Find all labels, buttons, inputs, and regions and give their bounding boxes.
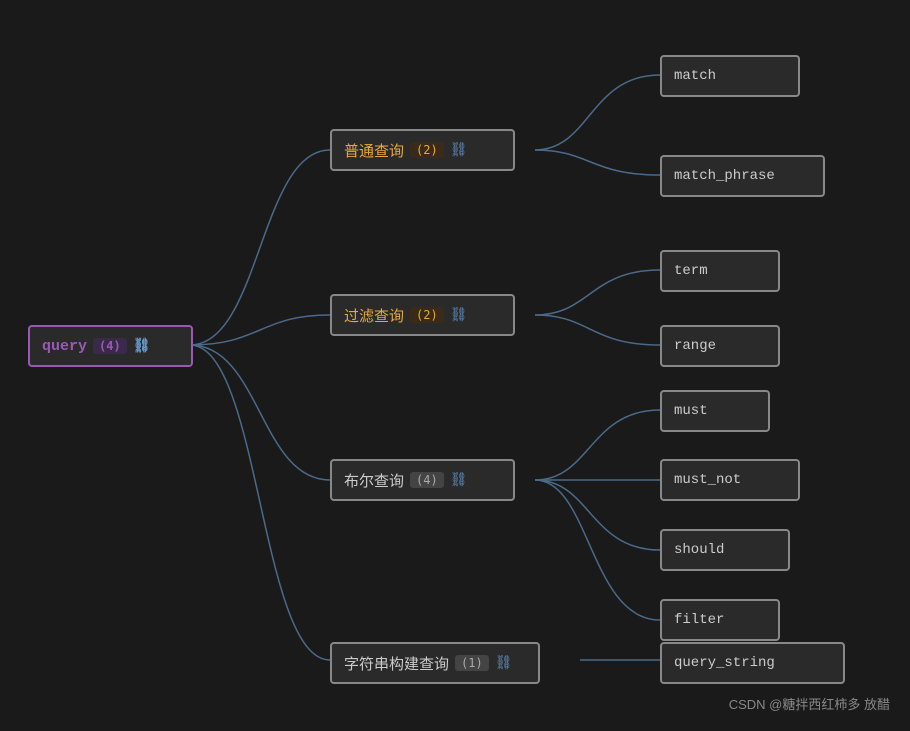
leaf-must-not: must_not [660, 459, 800, 501]
cat3-label: 布尔查询 [344, 470, 404, 491]
leaf-match-phrase-label: match_phrase [674, 168, 775, 184]
cat-string-query: 字符串构建查询 (1) ⛓ [330, 642, 540, 684]
root-badge: (4) [93, 338, 127, 354]
leaf-filter: filter [660, 599, 780, 641]
leaf-must-label: must [674, 403, 708, 419]
canvas: query (4) ⛓ 普通查询 (2) ⛓ 过滤查询 (2) ⛓ 布尔查询 (… [0, 0, 910, 731]
watermark: CSDN @糖拌西红柿多 放醋 [729, 694, 890, 713]
cat1-label: 普通查询 [344, 140, 404, 161]
cat2-link-icon[interactable]: ⛓ [450, 307, 468, 324]
root-label: query [42, 338, 87, 355]
leaf-match-label: match [674, 68, 716, 84]
cat1-badge: (2) [410, 142, 444, 158]
leaf-should: should [660, 529, 790, 571]
cat4-link-icon[interactable]: ⛓ [495, 655, 513, 672]
cat1-link-icon[interactable]: ⛓ [450, 142, 468, 159]
leaf-term: term [660, 250, 780, 292]
cat-filter-query: 过滤查询 (2) ⛓ [330, 294, 515, 336]
cat3-link-icon[interactable]: ⛓ [450, 472, 468, 489]
leaf-match: match [660, 55, 800, 97]
leaf-query-string: query_string [660, 642, 845, 684]
cat4-label: 字符串构建查询 [344, 653, 449, 674]
root-node: query (4) ⛓ [28, 325, 193, 367]
leaf-must: must [660, 390, 770, 432]
leaf-query-string-label: query_string [674, 655, 775, 671]
cat-normal-query: 普通查询 (2) ⛓ [330, 129, 515, 171]
cat2-badge: (2) [410, 307, 444, 323]
cat2-label: 过滤查询 [344, 305, 404, 326]
cat4-badge: (1) [455, 655, 489, 671]
leaf-range: range [660, 325, 780, 367]
leaf-term-label: term [674, 263, 708, 279]
cat-bool-query: 布尔查询 (4) ⛓ [330, 459, 515, 501]
leaf-match-phrase: match_phrase [660, 155, 825, 197]
root-link-icon[interactable]: ⛓ [133, 338, 151, 355]
cat3-badge: (4) [410, 472, 444, 488]
leaf-must-not-label: must_not [674, 472, 741, 488]
leaf-range-label: range [674, 338, 716, 354]
leaf-should-label: should [674, 542, 724, 558]
leaf-filter-label: filter [674, 612, 724, 628]
